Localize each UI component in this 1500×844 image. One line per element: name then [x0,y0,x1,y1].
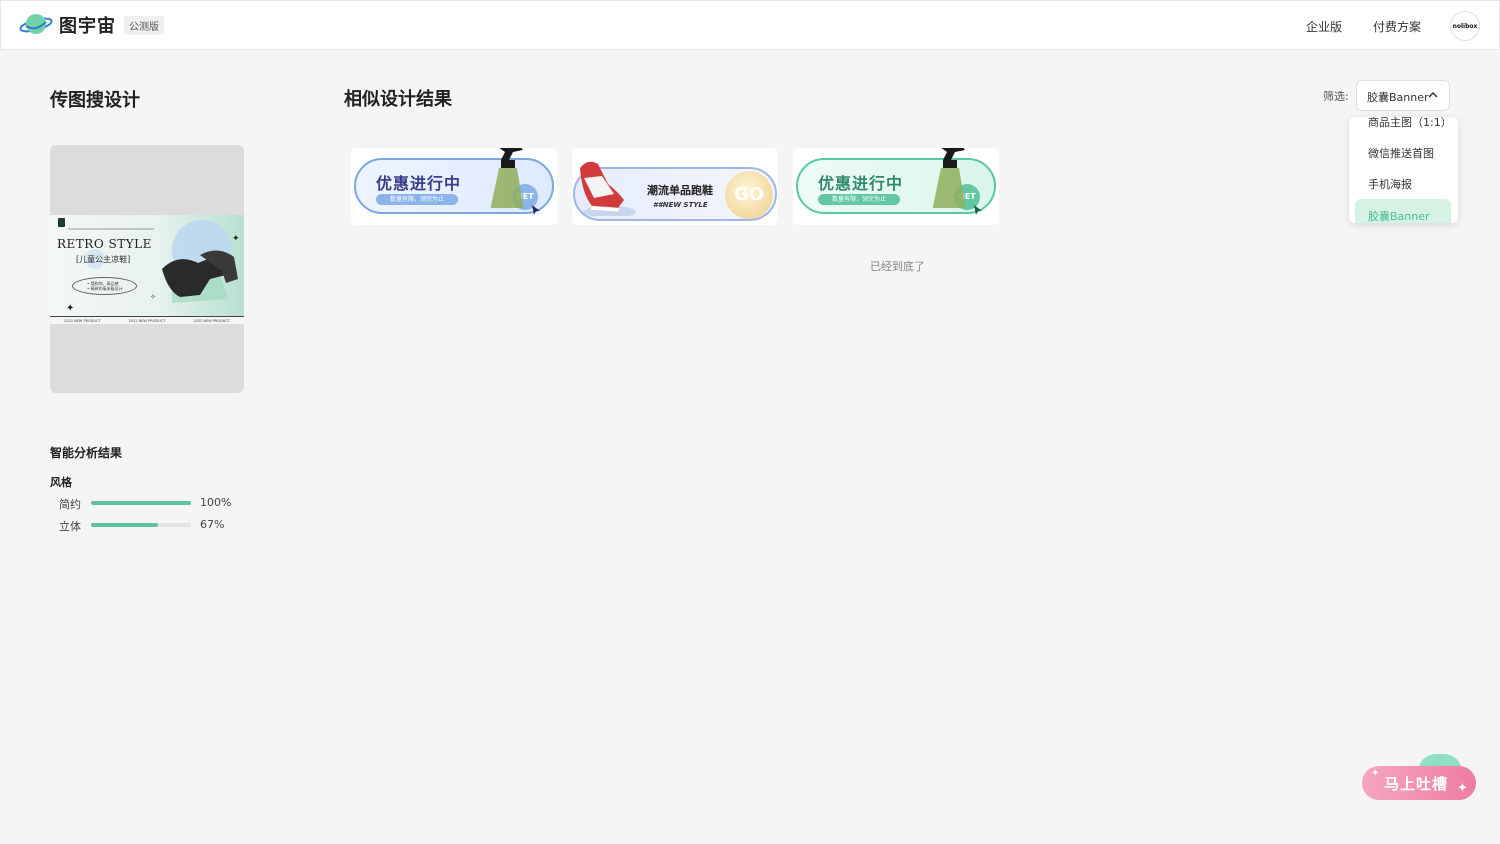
uploaded-image-panel[interactable]: ✦ ✦ ✧ RETRO STYLE [儿童公主凉鞋] • 简构你、高品感 • 精… [50,145,244,393]
analysis-title: 智能分析结果 [50,446,123,460]
style-bar-row: 简约 100% [59,496,259,511]
nav-enterprise[interactable]: 企业版 [1306,18,1342,35]
banner-button: GO [725,171,773,219]
style-bar-percent: 100% [200,496,232,509]
nav-pricing[interactable]: 付费方案 [1373,18,1421,35]
svg-text:✦: ✦ [66,303,74,314]
chevron-up-icon [1428,91,1438,98]
style-label: 风格 [50,476,72,489]
banner-title: 优惠进行中 [818,174,904,193]
style-bar-fill [91,501,191,505]
filter-dropdown: 商品主图（1:1） 微信推送首图 手机海报 胶囊Banner [1349,117,1458,223]
banner-tag: ##NEW STYLE [653,201,708,209]
filter-selected-value: 胶囊Banner [1367,91,1429,104]
result-card[interactable]: 优惠进行中 数量有限，领完为止 GET [793,148,999,225]
filter-option-selected[interactable]: 胶囊Banner [1355,199,1451,223]
thumb-footer-text: 2022 NEW PRODUCT [128,318,166,323]
thumb-footer-text: 2022 NEW PRODUCT [64,318,101,323]
results-title: 相似设计结果 [344,89,452,110]
thumb-footer: 2022 NEW PRODUCT 2022 NEW PRODUCT 2022 N… [50,316,244,324]
filter-option[interactable]: 商品主图（1:1） [1368,117,1452,130]
style-bar-fill [91,523,158,527]
cursor-icon [974,205,982,215]
style-bar-row: 立体 67% [59,518,259,533]
style-bar-track [91,501,191,505]
thumb-feature-line: • 精致的毫米级设计 [87,286,123,292]
svg-text:✧: ✧ [150,293,156,301]
thumb-decoration: ✦ ✦ ✧ [66,220,240,314]
brand-logo[interactable]: 图宇宙 公测版 [19,12,164,38]
style-bar-name: 立体 [59,520,81,533]
planet-logo-icon [19,14,53,34]
uploaded-image: ✦ ✦ ✧ RETRO STYLE [儿童公主凉鞋] • 简构你、高品感 • 精… [50,215,244,324]
filter-label: 筛选: [1323,90,1349,103]
sparkle-icon: ✦ [1457,781,1468,796]
spray-bottle-icon [490,148,524,208]
cursor-icon [532,205,540,215]
upload-section-title: 传图搜设计 [50,90,140,111]
top-header: 图宇宙 公测版 企业版 付费方案 nolibox [0,0,1500,50]
spray-bottle-icon [932,148,966,208]
feedback-label: 马上吐槽 [1384,775,1449,793]
thumb-feature-pill: • 简构你、高品感 • 精致的毫米级设计 [72,277,137,295]
end-of-results-text: 已经到底了 [870,260,925,273]
filter-option[interactable]: 微信推送首图 [1368,145,1434,161]
filter-option[interactable]: 手机海报 [1368,176,1412,192]
result-card[interactable]: 潮流单品跑鞋 ##NEW STYLE GO [572,148,778,225]
brand-name: 图宇宙 [59,16,116,37]
filter-select[interactable]: 胶囊Banner [1356,80,1450,111]
style-bar-percent: 67% [200,518,225,531]
style-bar-track [91,523,191,527]
svg-text:✦: ✦ [232,234,240,244]
style-bar-name: 简约 [59,498,81,511]
feedback-button[interactable]: 马上吐槽 ✦ ✦ [1362,754,1476,800]
thumb-title: RETRO STYLE [57,237,152,251]
user-avatar[interactable]: nolibox [1450,11,1480,41]
banner-title: 潮流单品跑鞋 [647,184,713,197]
banner-tag: 数量有限，领完为止 [818,194,900,205]
filter-option-label: 胶囊Banner [1368,210,1430,223]
thumb-footer-text: 2022 NEW PRODUCT [193,318,230,323]
result-card[interactable]: 优惠进行中 数量有限，领完为止 GET [351,148,557,225]
thumb-subtitle: [儿童公主凉鞋] [76,255,131,264]
banner-tag: 数量有限，领完为止 [376,194,458,205]
sparkle-icon: ✦ [1371,768,1380,779]
banner-title: 优惠进行中 [376,174,462,193]
sneaker-icon [580,161,636,216]
beta-badge: 公测版 [124,15,164,35]
